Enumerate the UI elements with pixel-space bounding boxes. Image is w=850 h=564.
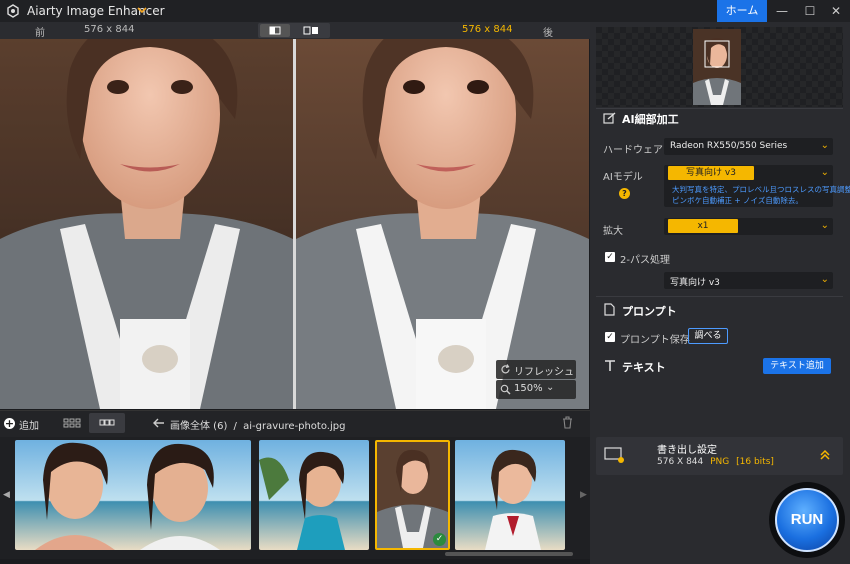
before-label: 前 [35, 28, 45, 39]
back-arrow-icon[interactable] [153, 418, 165, 428]
ai-model-description-1: 大判写真を特定、プロレベル且つロスレスの写真調整。 [672, 185, 850, 194]
ai-model-select[interactable]: 写真向け v3 ⌄ 大判写真を特定、プロレベル且つロスレスの写真調整。 ピンボケ… [664, 165, 850, 207]
thumbnail-image [377, 442, 448, 548]
two-pass-label: 2-パス処理 [620, 255, 670, 266]
export-size: 576 X 844 [657, 457, 704, 467]
ai-enhance-icon [603, 112, 616, 124]
portrait-after [296, 39, 589, 409]
strip-view-button[interactable] [89, 413, 125, 433]
grid-view-button[interactable] [58, 413, 86, 433]
chevron-down-icon[interactable] [137, 4, 147, 16]
side-by-side-button[interactable] [296, 24, 326, 37]
ai-model-label: AIモデル [603, 172, 643, 183]
export-bits: [16 bits] [736, 457, 774, 467]
thumbnail-1[interactable] [15, 440, 251, 550]
thumbnail-image [455, 440, 565, 550]
breadcrumb-separator: / [233, 421, 237, 432]
navigator-thumbnail[interactable] [693, 29, 741, 105]
zoom-icon [500, 384, 511, 395]
close-button[interactable]: ✕ [822, 0, 850, 22]
export-settings[interactable] [596, 437, 843, 475]
section-ai-enhance: AI細部加工 [622, 113, 679, 126]
export-title: 書き出し設定 [657, 445, 717, 456]
breadcrumb: 画像全体 (6) / ai-gravure-photo.jpg [170, 417, 345, 432]
hardware-label: ハードウェア [603, 145, 663, 156]
section-text: テキスト [622, 361, 666, 374]
thumbnail-image [15, 440, 251, 550]
help-icon[interactable]: ? [619, 188, 630, 199]
two-pass-value: 写真向け v3 [670, 278, 720, 288]
chevron-down-icon: ⌄ [820, 140, 829, 151]
before-size: 576 x 844 [84, 24, 135, 35]
add-text-button[interactable]: テキスト追加 [763, 358, 831, 374]
scale-value: x1 [668, 219, 738, 233]
after-size: 576 x 844 [462, 24, 513, 35]
strip-prev-icon[interactable]: ◀ [3, 490, 10, 500]
section-prompt: プロンプト [622, 305, 677, 318]
after-label: 後 [543, 28, 553, 39]
before-image[interactable] [0, 39, 293, 409]
grid-view-icon [63, 418, 81, 428]
export-settings-icon [604, 447, 624, 463]
navigator-image [693, 29, 741, 105]
ai-model-value: 写真向け v3 [668, 166, 754, 180]
refresh-button[interactable]: リフレッシュ [496, 360, 576, 379]
two-pass-select[interactable]: 写真向け v3 ⌄ [664, 272, 833, 289]
strip-scrollbar[interactable] [445, 552, 573, 556]
selected-check-icon: ✓ [433, 533, 446, 546]
home-button[interactable]: ホーム [717, 0, 767, 22]
split-view-icon [269, 26, 281, 35]
add-icon: + [4, 417, 15, 430]
prompt-save-label: プロンプト保存 [620, 335, 690, 346]
scale-select[interactable]: x1 ⌄ [664, 218, 833, 235]
breadcrumb-root[interactable]: 画像全体 (6) [170, 421, 227, 432]
trash-icon[interactable] [562, 416, 573, 429]
chevrons-up-icon[interactable] [819, 449, 831, 461]
refresh-icon [501, 364, 510, 374]
chevron-down-icon: ⌄ [820, 220, 829, 231]
app-logo-icon [7, 4, 19, 18]
panel-divider [596, 108, 843, 109]
panel-divider [596, 296, 843, 297]
thumbnail-image [259, 440, 369, 550]
chevron-down-icon: ⌄ [820, 167, 829, 178]
export-format: PNG [710, 457, 730, 467]
hardware-value: Radeon RX550/550 Series [670, 141, 788, 151]
strip-next-icon[interactable]: ▶ [580, 490, 587, 500]
zoom-value: 150% [514, 383, 543, 394]
split-view-button[interactable] [260, 24, 290, 37]
chevron-down-icon: ⌄ [820, 274, 829, 285]
portrait-before [0, 39, 293, 409]
prompt-save-checkbox[interactable]: ✓ [605, 332, 615, 342]
compare-view-toggle [258, 23, 330, 38]
thumbnail-3-selected[interactable]: ✓ [375, 440, 450, 550]
breadcrumb-filename: ai-gravure-photo.jpg [243, 421, 346, 432]
document-icon [604, 303, 615, 316]
zoom-chevron-icon: ⌄ [546, 382, 555, 393]
after-image[interactable] [296, 39, 589, 409]
text-icon [605, 360, 615, 371]
maximize-button[interactable]: ☐ [796, 0, 824, 22]
side-by-side-icon [303, 26, 318, 35]
run-button[interactable]: RUN [775, 488, 839, 552]
scale-label: 拡大 [603, 226, 623, 237]
strip-view-icon [99, 419, 115, 426]
export-details: 576 X 844 PNG [16 bits] [657, 457, 774, 467]
thumbnail-4[interactable] [455, 440, 565, 550]
two-pass-checkbox[interactable]: ✓ [605, 252, 615, 262]
ai-model-description-2: ピンボケ自動補正 + ノイズ自動除去。 [672, 196, 803, 205]
hardware-select[interactable]: Radeon RX550/550 Series ⌄ [664, 138, 833, 155]
minimize-button[interactable]: — [768, 0, 796, 22]
refresh-label: リフレッシュ [514, 367, 574, 378]
prompt-check-button[interactable]: 調べる [688, 328, 728, 344]
zoom-select[interactable]: 150% ⌄ [496, 380, 576, 399]
thumbnail-2[interactable] [259, 440, 369, 550]
add-button[interactable]: 追加 [19, 417, 39, 432]
